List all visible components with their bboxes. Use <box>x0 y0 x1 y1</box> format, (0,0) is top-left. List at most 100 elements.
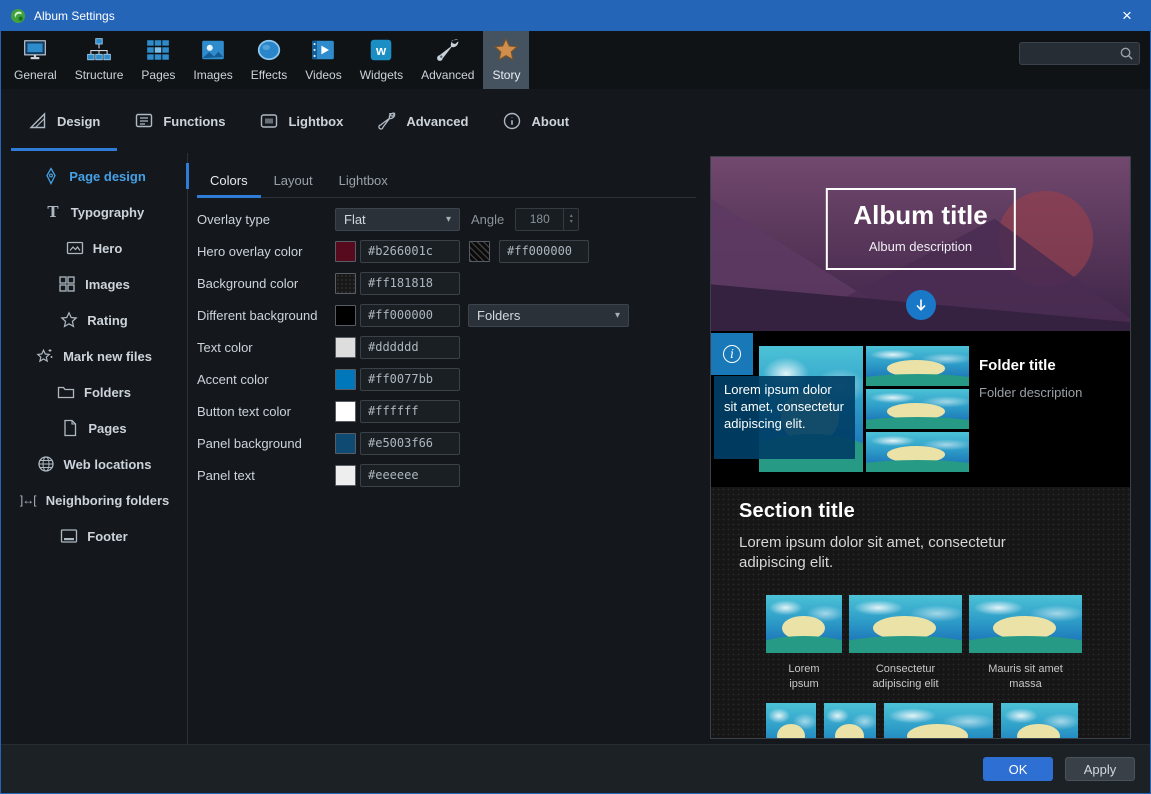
colors-form: Overlay type Flat ▾ Angle 180 ▴▾ Hero ov… <box>197 203 710 491</box>
sidebar-label: Pages <box>88 421 126 436</box>
field-label: Panel background <box>197 436 335 451</box>
tab-colors[interactable]: Colors <box>197 165 261 197</box>
search-input[interactable] <box>1020 47 1119 61</box>
four-squares-icon <box>58 275 76 293</box>
spinner-arrows-icon[interactable]: ▴▾ <box>563 209 578 230</box>
text-color-swatch[interactable] <box>335 337 356 358</box>
titlebar: Album Settings × <box>1 1 1150 31</box>
toolbar-item-story[interactable]: Story <box>483 31 529 89</box>
preview-folder: i Lorem ipsum dolor sit amet, consectetu… <box>711 332 1130 487</box>
sidebar-label: Folders <box>84 385 131 400</box>
sidebar-label: Neighboring folders <box>46 493 170 508</box>
tab-layout[interactable]: Layout <box>261 165 326 197</box>
sidebar-label: Page design <box>69 169 146 184</box>
tab-label: Design <box>57 114 100 129</box>
toolbar-item-effects[interactable]: Effects <box>242 31 296 89</box>
panel-text-swatch[interactable] <box>335 465 356 486</box>
globe-icon <box>37 455 55 473</box>
sidebar-item-folders[interactable]: Folders <box>1 374 187 410</box>
sidebar-item-images[interactable]: Images <box>1 266 187 302</box>
hero-overlay-color-value[interactable]: #b266001c <box>360 240 460 263</box>
angle-stepper[interactable]: 180 ▴▾ <box>515 208 579 231</box>
tab-functions[interactable]: Functions <box>117 89 242 153</box>
sidebar-item-web-locations[interactable]: Web locations <box>1 446 187 482</box>
footer-icon <box>60 527 78 545</box>
different-background-value[interactable]: #ff000000 <box>360 304 460 327</box>
panel-background-value[interactable]: #e5003f66 <box>360 432 460 455</box>
accent-color-value[interactable]: #ff0077bb <box>360 368 460 391</box>
sidebar-item-hero[interactable]: Hero <box>1 230 187 266</box>
sidebar-item-typography[interactable]: T Typography <box>1 194 187 230</box>
sidebar-label: Mark new files <box>63 349 152 364</box>
angle-label: Angle <box>471 212 504 227</box>
toolbar-item-pages[interactable]: Pages <box>132 31 184 89</box>
sidebar-item-pages[interactable]: Pages <box>1 410 187 446</box>
accent-color-row: Accent color #ff0077bb <box>197 363 710 395</box>
image-icon <box>200 37 226 66</box>
svg-text:T: T <box>47 203 59 221</box>
different-background-swatch[interactable] <box>335 305 356 326</box>
folder-thumbnail <box>866 389 970 429</box>
folder-thumbnail <box>866 346 970 386</box>
toolbar-item-advanced[interactable]: Advanced <box>412 31 483 89</box>
button-text-color-value[interactable]: #ffffff <box>360 400 460 423</box>
toolbar-item-images[interactable]: Images <box>184 31 241 89</box>
button-text-color-swatch[interactable] <box>335 401 356 422</box>
thumbnail-image <box>766 703 816 739</box>
hero-overlay-color2-swatch[interactable] <box>469 241 490 262</box>
effects-icon <box>256 37 282 66</box>
sidebar-item-page-design[interactable]: Page design <box>1 158 187 194</box>
panel-background-swatch[interactable] <box>335 433 356 454</box>
toolbar-label: Images <box>193 68 232 82</box>
section-thumbnails-row: Lorem ipsum Consectetur adipiscing elit … <box>766 595 1082 692</box>
accent-color-swatch[interactable] <box>335 369 356 390</box>
tab-lightbox-inner[interactable]: Lightbox <box>326 165 401 197</box>
ok-button[interactable]: OK <box>983 757 1053 781</box>
different-background-row: Different background #ff000000 Folders ▾ <box>197 299 710 331</box>
sidebar-item-footer[interactable]: Footer <box>1 518 187 554</box>
text-color-row: Text color #dddddd <box>197 331 710 363</box>
app-logo-icon <box>10 8 26 24</box>
field-label: Hero overlay color <box>197 244 335 259</box>
field-label: Overlay type <box>197 212 335 227</box>
folder-text-panel: Lorem ipsum dolor sit amet, consectetur … <box>714 376 855 459</box>
sidebar-item-rating[interactable]: Rating <box>1 302 187 338</box>
overlay-type-select[interactable]: Flat ▾ <box>335 208 460 231</box>
down-arrow-icon <box>914 298 928 312</box>
tab-design[interactable]: Design <box>11 89 117 153</box>
field-label: Background color <box>197 276 335 291</box>
tab-lightbox[interactable]: Lightbox <box>242 89 360 153</box>
main-toolbar: General Structure Pages Images Effects V… <box>1 31 1150 89</box>
apply-button[interactable]: Apply <box>1065 757 1135 781</box>
sidebar-item-mark-new-files[interactable]: Mark new files <box>1 338 187 374</box>
tree-icon <box>86 37 112 66</box>
sidebar-label: Footer <box>87 529 127 544</box>
toolbar-item-videos[interactable]: Videos <box>296 31 350 89</box>
tab-about[interactable]: About <box>485 89 586 153</box>
sidebar-item-neighboring-folders[interactable]: ]↔[ Neighboring folders <box>1 482 187 518</box>
toolbar-item-widgets[interactable]: w Widgets <box>351 31 412 89</box>
background-color-row: Background color #ff181818 <box>197 267 710 299</box>
panel-background-row: Panel background #e5003f66 <box>197 427 710 459</box>
toolbar-item-general[interactable]: General <box>5 31 66 89</box>
thumbnail-caption: Lorem ipsum <box>778 662 830 692</box>
different-background-scope-select[interactable]: Folders ▾ <box>468 304 629 327</box>
hero-overlay-color-swatch[interactable] <box>335 241 356 262</box>
design-icon <box>28 111 48 131</box>
background-color-value[interactable]: #ff181818 <box>360 272 460 295</box>
neighboring-arrows-icon: ]↔[ <box>19 493 37 507</box>
star-icon <box>493 37 519 66</box>
svg-text:w: w <box>375 43 387 58</box>
section-text: Lorem ipsum dolor sit amet, consectetur … <box>739 533 1059 574</box>
close-button[interactable]: × <box>1104 1 1150 31</box>
text-color-value[interactable]: #dddddd <box>360 336 460 359</box>
section-thumbnails-row-2 <box>766 703 1078 739</box>
thumbnail-image <box>969 595 1082 653</box>
panel-text-value[interactable]: #eeeeee <box>360 464 460 487</box>
tab-advanced[interactable]: Advanced <box>360 89 485 153</box>
background-color-swatch[interactable] <box>335 273 356 294</box>
toolbar-label: Advanced <box>421 68 474 82</box>
toolbar-label: Structure <box>75 68 124 82</box>
toolbar-item-structure[interactable]: Structure <box>66 31 133 89</box>
hero-overlay-color2-value[interactable]: #ff000000 <box>499 240 589 263</box>
